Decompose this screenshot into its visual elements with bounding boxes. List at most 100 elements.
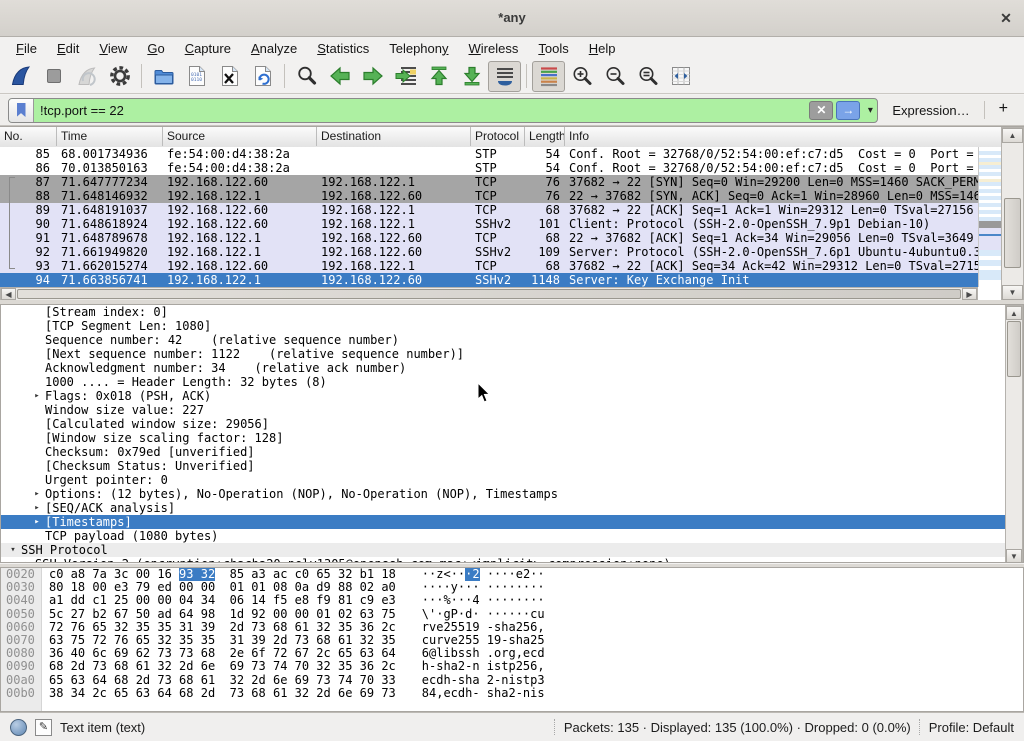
vscroll-thumb[interactable] (1007, 321, 1021, 377)
detail-line[interactable]: TCP payload (1080 bytes) (1, 529, 1023, 543)
packet-list-hscrollbar[interactable]: ◀ ▶ (0, 287, 978, 301)
zoom-100-icon[interactable] (631, 61, 664, 92)
expression-button[interactable]: Expression… (886, 103, 975, 118)
menu-edit[interactable]: Edit (47, 39, 89, 58)
menu-statistics[interactable]: Statistics (307, 39, 379, 58)
hex-ascii[interactable]: ····e2·· (480, 567, 545, 581)
add-filter-button[interactable]: + (993, 100, 1016, 120)
column-header-time[interactable]: Time (57, 127, 163, 146)
detail-line[interactable]: ▾SSH Protocol (1, 543, 1023, 557)
menu-analyze[interactable]: Analyze (241, 39, 307, 58)
hex-bytes[interactable]: 72 76 65 32 35 35 31 39 2d 73 68 61 32 3… (41, 620, 396, 634)
hex-ascii[interactable]: ····y··· ········ (396, 580, 545, 594)
detail-line[interactable]: [Next sequence number: 1122 (relative se… (1, 347, 1023, 361)
zoom-in-icon[interactable] (565, 61, 598, 92)
packet-row[interactable]: 9171.648789678192.168.122.1192.168.122.6… (0, 231, 978, 245)
hex-ascii[interactable]: 84,ecdh- sha2-nis (396, 686, 545, 700)
hex-ascii-selected[interactable]: ·2 (465, 567, 479, 581)
hex-line[interactable]: 006072 76 65 32 35 35 31 39 2d 73 68 61 … (1, 621, 1023, 634)
hex-bytes[interactable]: 36 40 6c 69 62 73 73 68 2e 6f 72 67 2c 6… (41, 646, 396, 660)
hex-bytes-selected[interactable]: 93 32 (179, 567, 215, 581)
restart-capture-icon[interactable] (70, 61, 103, 92)
detail-line[interactable]: Urgent pointer: 0 (1, 473, 1023, 487)
start-capture-icon[interactable] (4, 61, 37, 92)
display-filter-input[interactable] (34, 99, 809, 122)
detail-line[interactable]: [Calculated window size: 29056] (1, 417, 1023, 431)
hex-ascii[interactable]: ··z<·· (396, 567, 465, 581)
detail-line[interactable]: [Checksum Status: Unverified] (1, 459, 1023, 473)
hex-ascii[interactable]: curve255 19-sha25 (396, 633, 545, 647)
detail-line[interactable]: ▸[Timestamps] (1, 515, 1023, 529)
detail-line[interactable]: ▸Options: (12 bytes), No-Operation (NOP)… (1, 487, 1023, 501)
go-back-icon[interactable] (323, 61, 356, 92)
title-bar[interactable]: *any ✕ (0, 0, 1024, 37)
menu-file[interactable]: File (6, 39, 47, 58)
close-window-button[interactable]: ✕ (996, 8, 1016, 28)
hex-ascii[interactable]: \'·gP·d· ······cu (396, 607, 545, 621)
detail-line[interactable]: [Stream index: 0] (1, 305, 1023, 319)
packet-row[interactable]: 8568.001734936fe:54:00:d4:38:2aSTP54Conf… (0, 147, 978, 161)
detail-vscrollbar[interactable]: ▲ ▼ (1005, 305, 1023, 563)
colorize-icon[interactable] (532, 61, 565, 92)
expander-closed-icon[interactable]: ▸ (29, 389, 45, 403)
capture-comment-icon[interactable]: ✎ (35, 719, 52, 736)
column-header-protocol[interactable]: Protocol (471, 127, 525, 146)
menu-tools[interactable]: Tools (528, 39, 578, 58)
scroll-up-arrow[interactable]: ▲ (1002, 128, 1023, 143)
auto-scroll-icon[interactable] (488, 61, 521, 92)
packet-row[interactable]: 8670.013850163fe:54:00:d4:38:2aSTP54Conf… (0, 161, 978, 175)
packet-row[interactable]: 9271.661949820192.168.122.1192.168.122.6… (0, 245, 978, 259)
scroll-up-arrow[interactable]: ▲ (1006, 306, 1022, 320)
packet-row[interactable]: 8771.647777234192.168.122.60192.168.122.… (0, 175, 978, 189)
packet-row[interactable]: 9471.663856741192.168.122.1192.168.122.6… (0, 273, 978, 287)
menu-wireless[interactable]: Wireless (459, 39, 529, 58)
column-header-source[interactable]: Source (163, 127, 317, 146)
hex-line[interactable]: 00505c 27 b2 67 50 ad 64 98 1d 92 00 00 … (1, 608, 1023, 621)
packet-row[interactable]: 9371.662015274192.168.122.60192.168.122.… (0, 259, 978, 273)
detail-line[interactable]: ▸Flags: 0x018 (PSH, ACK) (1, 389, 1023, 403)
go-forward-icon[interactable] (356, 61, 389, 92)
hex-ascii[interactable]: rve25519 -sha256, (396, 620, 545, 634)
zoom-out-icon[interactable] (598, 61, 631, 92)
hex-line[interactable]: 00b038 34 2c 65 63 64 68 2d 73 68 61 32 … (1, 687, 1023, 700)
hex-line[interactable]: 00a065 63 64 68 2d 73 68 61 32 2d 6e 69 … (1, 674, 1023, 687)
hscroll-thumb[interactable] (17, 289, 961, 299)
open-file-icon[interactable] (147, 61, 180, 92)
hex-ascii[interactable]: ···%···4 ········ (396, 593, 545, 607)
menu-go[interactable]: Go (137, 39, 174, 58)
vscroll-thumb[interactable] (1004, 198, 1021, 268)
packet-list-minimap[interactable] (978, 147, 1002, 287)
hex-line[interactable]: 0040a1 dd c1 25 00 00 04 34 06 14 f5 e8 … (1, 594, 1023, 607)
scroll-down-arrow[interactable]: ▼ (1006, 549, 1022, 563)
capture-options-icon[interactable] (103, 61, 136, 92)
packet-row[interactable]: 8971.648191037192.168.122.60192.168.122.… (0, 203, 978, 217)
expander-closed-icon[interactable]: ▸ (29, 501, 45, 515)
column-header-info[interactable]: Info (565, 127, 1002, 146)
packet-list-vscrollbar[interactable]: ▲ ▼ (1001, 127, 1024, 301)
hex-ascii[interactable]: h-sha2-n istp256, (396, 659, 545, 673)
save-file-icon[interactable]: 01010110 (180, 61, 213, 92)
hex-bytes[interactable]: a1 dd c1 25 00 00 04 34 06 14 f5 e8 f9 8… (41, 593, 396, 607)
scroll-down-arrow[interactable]: ▼ (1002, 285, 1023, 300)
scroll-left-arrow[interactable]: ◀ (1, 288, 16, 300)
detail-line[interactable]: [Window size scaling factor: 128] (1, 431, 1023, 445)
resize-columns-icon[interactable] (664, 61, 697, 92)
hex-ascii[interactable]: 6@libssh .org,ecd (396, 646, 545, 660)
expander-closed-icon[interactable]: ▸ (29, 515, 45, 529)
find-packet-icon[interactable] (290, 61, 323, 92)
filter-apply-button[interactable]: → (836, 101, 860, 120)
column-header-destination[interactable]: Destination (317, 127, 471, 146)
detail-line[interactable]: ▸SSH Version 2 (encryption:chacha20-poly… (1, 557, 1023, 563)
display-filter-box[interactable]: ✕ → ▾ (8, 98, 878, 123)
filter-clear-button[interactable]: ✕ (809, 101, 833, 120)
detail-line[interactable]: Acknowledgment number: 34 (relative ack … (1, 361, 1023, 375)
stop-capture-icon[interactable] (37, 61, 70, 92)
hex-line[interactable]: 009068 2d 73 68 61 32 2d 6e 69 73 74 70 … (1, 660, 1023, 673)
detail-line[interactable]: Checksum: 0x79ed [unverified] (1, 445, 1023, 459)
status-profile[interactable]: Profile: Default (929, 720, 1014, 735)
expert-info-icon[interactable] (10, 719, 27, 736)
hex-bytes[interactable]: 68 2d 73 68 61 32 2d 6e 69 73 74 70 32 3… (41, 659, 396, 673)
menu-help[interactable]: Help (579, 39, 626, 58)
hex-bytes[interactable]: 38 34 2c 65 63 64 68 2d 73 68 61 32 2d 6… (41, 686, 396, 700)
menu-capture[interactable]: Capture (175, 39, 241, 58)
